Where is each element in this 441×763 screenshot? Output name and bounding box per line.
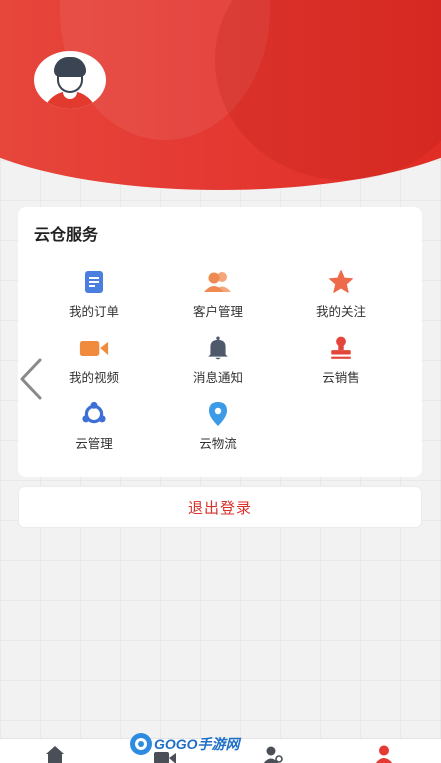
bell-icon (203, 333, 233, 363)
tab-mine[interactable] (373, 744, 395, 763)
watermark-logo-icon (130, 733, 152, 755)
location-pin-icon (203, 399, 233, 429)
user-icon (375, 745, 393, 763)
stamp-icon (326, 333, 356, 363)
service-label: 云物流 (199, 436, 237, 451)
tab-contacts[interactable] (262, 744, 284, 763)
service-label: 消息通知 (192, 370, 243, 385)
service-label: 云销售 (322, 370, 360, 385)
service-notifications[interactable]: 消息通知 (163, 333, 273, 393)
back-chevron-icon[interactable] (14, 356, 48, 402)
service-cloud-sales[interactable]: 云销售 (286, 333, 396, 393)
service-my-follows[interactable]: 我的关注 (286, 267, 396, 327)
customers-icon (203, 267, 233, 297)
service-label: 我的关注 (315, 304, 366, 319)
service-label: 我的订单 (68, 304, 119, 319)
order-doc-icon (79, 267, 109, 297)
service-label: 我的视频 (68, 370, 119, 385)
video-camera-icon (79, 333, 109, 363)
avatar-hair (54, 57, 86, 77)
user-search-icon (263, 746, 283, 763)
watermark: GOGO手游网 (130, 731, 240, 757)
watermark-text: GOGO手游网 (154, 736, 240, 752)
tab-home[interactable] (44, 744, 66, 763)
star-icon (326, 267, 356, 297)
services-card: 云仓服务 我的订单 客户管理 我的关注 我的视频 消息通知 云销售 云管理 云物… (18, 207, 422, 477)
service-my-orders[interactable]: 我的订单 (39, 267, 149, 327)
service-cloud-logistics[interactable]: 云物流 (163, 399, 273, 459)
service-my-videos[interactable]: 我的视频 (39, 333, 149, 393)
home-icon (46, 746, 64, 763)
network-icon (79, 399, 109, 429)
service-cloud-management[interactable]: 云管理 (39, 399, 149, 459)
service-label: 客户管理 (192, 304, 243, 319)
service-label: 云管理 (75, 436, 113, 451)
logout-label: 退出登录 (187, 498, 252, 517)
services-title: 云仓服务 (34, 225, 99, 244)
logout-button[interactable]: 退出登录 (18, 486, 422, 528)
service-customer-management[interactable]: 客户管理 (163, 267, 273, 327)
avatar[interactable] (34, 51, 106, 109)
